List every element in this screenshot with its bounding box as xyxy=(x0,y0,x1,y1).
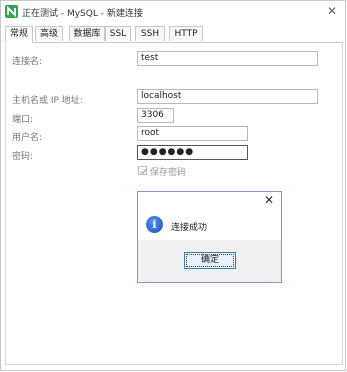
host-label: 主机名或 IP 地址: xyxy=(12,96,83,106)
info-icon: i xyxy=(146,216,163,233)
tab-databases[interactable]: 数据库 xyxy=(69,26,105,41)
dialog-close-icon[interactable]: ✕ xyxy=(264,193,274,207)
dialog-title-bar: ✕ xyxy=(138,192,281,209)
tab-general[interactable]: 常规 xyxy=(5,26,33,43)
password-label: 密码: xyxy=(12,152,34,162)
save-password-label: 保存密码 xyxy=(150,168,187,178)
password-field[interactable]: ●●●●●● xyxy=(137,145,248,160)
host-field[interactable]: localhost xyxy=(137,89,318,104)
tab-http[interactable]: HTTP xyxy=(169,26,203,41)
tab-advanced[interactable]: 高级 xyxy=(35,26,63,41)
navicat-app-icon xyxy=(5,5,18,18)
window-title: 正在测试 - MySQL - 新建连接 xyxy=(22,9,143,19)
save-password-checkbox[interactable] xyxy=(138,166,147,175)
username-label: 用户名: xyxy=(12,133,43,143)
connection-window: 正在测试 - MySQL - 新建连接 ✕ 常规 高级 数据库 SSL SSH … xyxy=(0,0,346,371)
close-icon[interactable]: ✕ xyxy=(327,4,337,18)
connection-name-label: 连接名: xyxy=(12,57,43,67)
port-label: 端口: xyxy=(12,115,34,125)
tab-bar: 常规 高级 数据库 SSL SSH HTTP xyxy=(5,26,343,43)
tab-ssl[interactable]: SSL xyxy=(105,26,131,41)
checkmark-icon xyxy=(140,168,147,175)
tab-ssh[interactable]: SSH xyxy=(135,26,165,41)
username-field[interactable]: root xyxy=(137,126,248,141)
dialog-message: 连接成功 xyxy=(171,223,208,233)
ok-button[interactable]: 确定 xyxy=(184,252,236,269)
title-bar: 正在测试 - MySQL - 新建连接 ✕ xyxy=(1,1,345,23)
success-dialog: ✕ i 连接成功 确定 xyxy=(137,191,282,283)
connection-name-field[interactable]: test xyxy=(137,51,318,66)
port-field[interactable]: 3306 xyxy=(137,108,174,123)
